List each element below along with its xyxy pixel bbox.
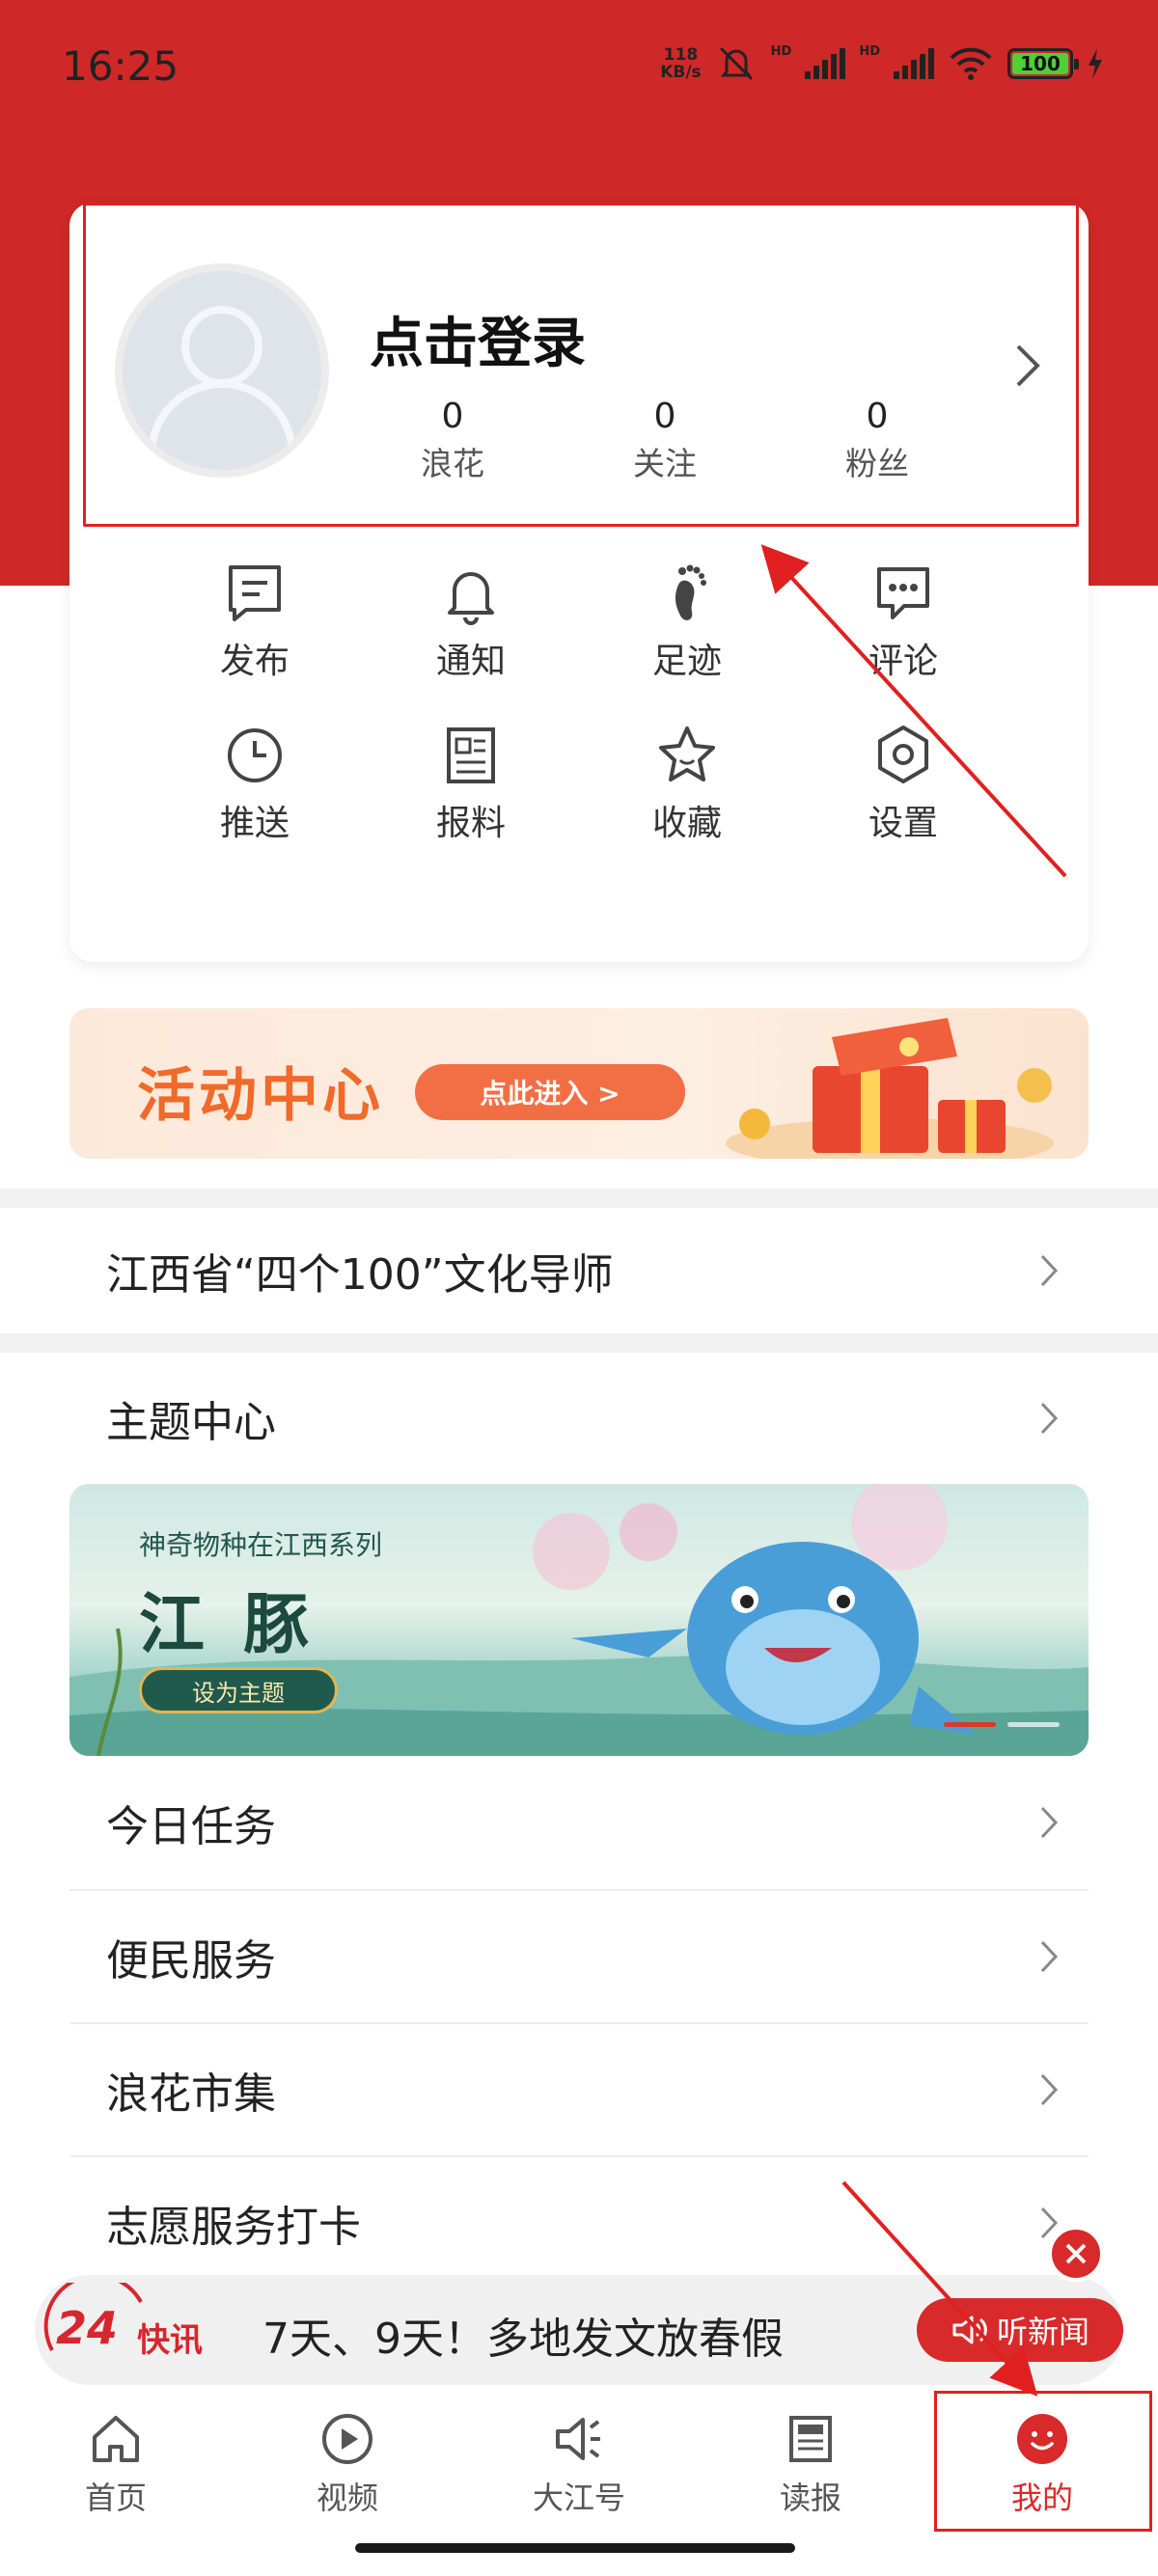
stat-following[interactable]: 0 关注	[607, 397, 723, 484]
chevron-right-icon	[1040, 1806, 1059, 1839]
login-area[interactable]: 点击登录 0 浪花 0 关注 0 粉丝	[83, 203, 1079, 527]
close-icon	[1065, 2243, 1087, 2264]
menu-label: 志愿服务打卡	[106, 2203, 361, 2252]
publish-icon	[229, 565, 281, 621]
chevron-right-icon	[1040, 1254, 1059, 1287]
chevron-right-icon	[1040, 2073, 1059, 2106]
menu-label: 便民服务	[106, 1936, 276, 1986]
nav-newspaper[interactable]: 读报	[695, 2391, 926, 2532]
play-icon	[322, 2414, 372, 2464]
listen-news-label: 听新闻	[996, 2314, 1089, 2350]
default-avatar-icon	[148, 306, 296, 455]
theme-banner[interactable]: 神奇物种在江西系列 江豚 设为主题	[69, 1484, 1089, 1756]
activity-center-banner[interactable]: 活动中心 点此进入 >	[69, 1008, 1089, 1159]
menu-market[interactable]: 浪花市集	[69, 2024, 1089, 2155]
speaker-icon	[952, 2316, 987, 2344]
star-icon	[659, 726, 715, 781]
news-headline[interactable]: 7天、9天！多地发文放春假	[262, 2304, 784, 2366]
mute-bell-icon	[719, 46, 753, 81]
menu-theme-center[interactable]: 主题中心	[69, 1353, 1089, 1484]
signal-icon-2	[894, 48, 934, 79]
action-comment[interactable]: 评论	[795, 560, 1011, 683]
menu-daily-tasks[interactable]: 今日任务	[69, 1756, 1089, 1889]
status-icons: 118 KB/s HD HD 100	[660, 44, 1104, 83]
action-footprint[interactable]: 足迹	[579, 560, 795, 683]
report-icon	[447, 727, 495, 783]
battery-icon: 100	[1007, 48, 1079, 79]
home-indicator[interactable]	[355, 2543, 795, 2553]
chevron-right-icon	[1040, 1940, 1059, 1973]
theme-title: 江豚	[139, 1586, 348, 1663]
action-notify[interactable]: 通知	[363, 560, 579, 683]
stat-langhua[interactable]: 0 浪花	[395, 397, 510, 484]
charging-icon	[1089, 48, 1102, 79]
action-favorite[interactable]: 收藏	[579, 722, 795, 845]
home-icon	[93, 2416, 139, 2462]
action-report[interactable]: 报料	[363, 722, 579, 845]
menu-label: 浪花市集	[106, 2069, 276, 2119]
stat-fans[interactable]: 0 粉丝	[819, 397, 935, 484]
set-theme-button[interactable]: 设为主题	[139, 1667, 338, 1713]
hd-label-2: HD	[859, 44, 880, 59]
profile-stats: 0 浪花 0 关注 0 粉丝	[395, 397, 935, 484]
section-separator	[0, 1333, 1158, 1353]
section-separator	[0, 1189, 1158, 1208]
nav-video[interactable]: 视频	[232, 2391, 463, 2532]
comment-icon	[877, 567, 929, 619]
bell-icon	[448, 572, 494, 625]
menu-volunteer[interactable]: 志愿服务打卡	[69, 2157, 1089, 2288]
menu-label: 江西省“四个100”文化导师	[106, 1250, 614, 1300]
theme-subtitle: 神奇物种在江西系列	[139, 1529, 383, 1561]
wifi-icon	[950, 47, 992, 80]
highlight-box	[934, 2391, 1152, 2532]
chevron-right-icon	[1040, 1402, 1059, 1435]
listen-news-button[interactable]: 听新闻	[917, 2298, 1123, 2362]
signal-icon	[805, 48, 846, 79]
footprint-icon	[675, 564, 706, 620]
nav-home[interactable]: 首页	[0, 2391, 232, 2532]
activity-title: 活动中心	[137, 1062, 384, 1130]
action-settings[interactable]: 设置	[795, 722, 1011, 845]
network-speed: 118 KB/s	[660, 45, 702, 82]
status-bar: 16:25 118 KB/s HD HD 100	[0, 0, 1158, 135]
nav-dajiang[interactable]: 大江号	[463, 2391, 695, 2532]
speaker-icon	[556, 2418, 600, 2460]
menu-label: 今日任务	[106, 1802, 276, 1851]
hd-label: HD	[770, 44, 792, 59]
clock-icon	[228, 728, 282, 782]
newspaper-icon	[789, 2416, 832, 2462]
action-publish[interactable]: 发布	[147, 560, 363, 683]
gear-icon	[878, 726, 928, 783]
login-prompt[interactable]: 点击登录	[370, 300, 586, 378]
menu-label: 主题中心	[106, 1398, 276, 1447]
chevron-right-icon[interactable]	[1012, 341, 1043, 391]
activity-enter-button[interactable]: 点此进入 >	[415, 1064, 685, 1120]
gift-box-icon	[726, 1018, 1054, 1159]
avatar[interactable]	[115, 263, 329, 478]
menu-culture-mentor[interactable]: 江西省“四个100”文化导师	[69, 1208, 1089, 1333]
carousel-indicator	[944, 1722, 1060, 1727]
menu-services[interactable]: 便民服务	[69, 1891, 1089, 2022]
flash-news-badge: 24 快讯	[35, 2283, 228, 2379]
quick-actions: 发布 通知 足迹 评论 推送 报料 收藏 设置	[69, 560, 1089, 845]
close-ticker-button[interactable]	[1048, 2226, 1104, 2282]
action-push[interactable]: 推送	[147, 722, 363, 845]
bottom-safe-area	[0, 2532, 1158, 2576]
profile-card: 点击登录 0 浪花 0 关注 0 粉丝 发布 通知 足迹 评论 推送 报料 收藏…	[69, 203, 1089, 962]
status-time: 16:25	[62, 42, 179, 90]
